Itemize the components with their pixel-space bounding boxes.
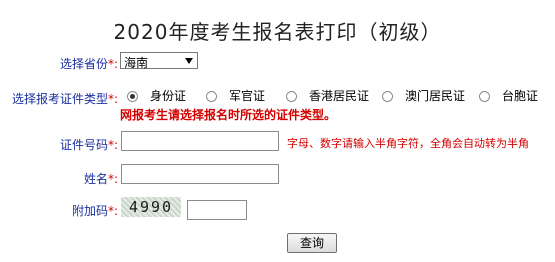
radio-button-checked[interactable] (127, 91, 138, 102)
id-number-input[interactable] (121, 131, 279, 151)
captcha-input[interactable] (187, 200, 247, 220)
id-number-hint: 字母、数字请输入半角字符，全角会自动转为半角 (287, 137, 529, 150)
radio-button[interactable] (206, 91, 217, 102)
radio-officer-card[interactable]: 军官证 (206, 87, 265, 104)
chevron-down-icon[interactable] (185, 58, 193, 64)
name-label: 姓名*: (83, 172, 118, 186)
captcha-image[interactable]: 4990 (121, 197, 181, 217)
radio-id-card[interactable]: 身份证 (127, 87, 186, 104)
radio-button[interactable] (479, 91, 490, 102)
radio-macau-card[interactable]: 澳门居民证 (382, 87, 465, 104)
province-label: 选择省份*: (59, 57, 118, 71)
radio-hongkong-card[interactable]: 香港居民证 (286, 87, 369, 104)
radio-button[interactable] (382, 91, 393, 102)
query-button[interactable]: 查询 (287, 233, 337, 253)
province-selected-value: 海南 (124, 56, 149, 70)
captcha-label: 附加码*: (71, 204, 118, 218)
radio-taiwan-card[interactable]: 台胞证 (479, 87, 538, 104)
province-select[interactable]: 海南 (120, 52, 198, 70)
id-type-warning: 网报考生请选择报名时所选的证件类型。 (120, 108, 337, 122)
name-input[interactable] (121, 164, 279, 184)
radio-button[interactable] (286, 91, 297, 102)
id-number-label: 证件号码*: (59, 138, 118, 152)
id-type-label: 选择报考证件类型*: (11, 92, 118, 106)
page-title: 2020年度考生报名表打印（初级） (113, 20, 442, 44)
